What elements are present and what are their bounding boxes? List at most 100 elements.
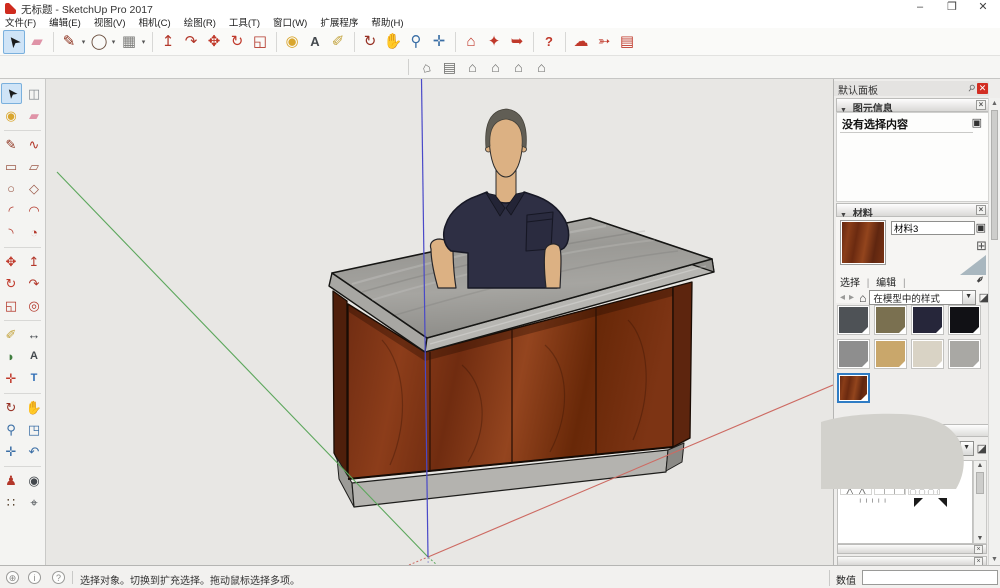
- tab-select[interactable]: 选择: [840, 278, 860, 289]
- iso-view-button[interactable]: ⌂: [415, 57, 438, 77]
- line-tool-dropdown-caret[interactable]: ▾: [80, 38, 87, 46]
- pin-icon[interactable]: ⚲: [966, 82, 978, 95]
- add-location-icon[interactable]: ➳: [593, 30, 615, 54]
- left-tool-arc-2pt[interactable]: ◜: [1, 200, 22, 221]
- push-pull-tool[interactable]: ↥: [157, 30, 179, 54]
- panel-close-icon[interactable]: ×: [974, 545, 983, 554]
- left-tool-line[interactable]: ✎: [1, 134, 22, 155]
- left-tool-axes[interactable]: ✛: [1, 368, 22, 389]
- left-tool-zoom[interactable]: ⚲: [1, 419, 22, 440]
- material-swatch-gray[interactable]: [837, 339, 870, 369]
- scroll-up-icon[interactable]: ▲: [974, 462, 986, 469]
- scroll-thumb[interactable]: [976, 472, 984, 494]
- home-icon[interactable]: ⌂: [859, 291, 866, 305]
- back-arrow-icon[interactable]: ◂: [840, 292, 845, 303]
- left-tool-3d-text[interactable]: T: [24, 368, 45, 389]
- material-swatch-tan[interactable]: [874, 339, 907, 369]
- help-pin-icon[interactable]: ?: [538, 30, 560, 54]
- left-tool-dimension[interactable]: ↔: [24, 324, 45, 345]
- material-swatch-wood-material3[interactable]: [837, 373, 870, 403]
- left-tool-freehand[interactable]: ∿: [24, 134, 45, 155]
- scroll-down-icon[interactable]: ▼: [974, 535, 986, 542]
- material-preview[interactable]: [840, 220, 886, 265]
- tab-edit[interactable]: 编辑: [876, 278, 896, 289]
- eraser-tool[interactable]: ▰: [26, 30, 48, 54]
- select-tool[interactable]: ➤: [3, 30, 25, 54]
- material-swatch-black[interactable]: [948, 305, 981, 335]
- left-tool-circle[interactable]: ○: [1, 178, 22, 199]
- collection-dropdown[interactable]: 在模型中的样式 ▼: [869, 290, 975, 305]
- left-tool-offset[interactable]: ◎: [24, 295, 45, 316]
- left-tool-position-camera[interactable]: ♟: [1, 470, 22, 491]
- left-tool-orbit[interactable]: ↻: [1, 397, 22, 418]
- trimble-connect-icon[interactable]: ☁: [570, 30, 592, 54]
- left-tool-rotated-rectangle[interactable]: ▱: [24, 156, 45, 177]
- forward-arrow-icon[interactable]: ▸: [847, 443, 852, 454]
- material-swatch-olive[interactable]: [874, 305, 907, 335]
- left-tool-walk[interactable]: ∷: [1, 492, 22, 513]
- left-tool-move[interactable]: ✥: [1, 251, 22, 272]
- follow-me-tool[interactable]: ↷: [180, 30, 202, 54]
- material-swatch-beige-stone[interactable]: [911, 339, 944, 369]
- scroll-down-icon[interactable]: ▼: [989, 556, 1000, 563]
- left-tool-polygon[interactable]: ◇: [24, 178, 45, 199]
- shapes-tool[interactable]: ◯: [88, 30, 110, 54]
- forward-arrow-icon[interactable]: ▸: [849, 292, 854, 303]
- back-arrow-icon[interactable]: ◂: [838, 443, 843, 454]
- model-viewport[interactable]: [46, 79, 833, 565]
- left-tool-pan[interactable]: ✋: [24, 397, 45, 418]
- generate-report-icon[interactable]: ▤: [616, 30, 638, 54]
- left-tool-paint-bucket[interactable]: ◉: [1, 105, 22, 126]
- orbit-tool[interactable]: ↻: [359, 30, 381, 54]
- pan-tool[interactable]: ✋: [382, 30, 404, 54]
- menu-item-0[interactable]: 文件(F): [5, 15, 36, 29]
- line-tool[interactable]: ✎: [58, 30, 80, 54]
- left-tool-section-plane[interactable]: ⌖: [24, 492, 45, 513]
- paint-bucket-tool[interactable]: ◉: [281, 30, 303, 54]
- left-tool-text[interactable]: A: [24, 346, 45, 367]
- materials-close-icon[interactable]: ×: [976, 205, 986, 215]
- material-swatch-dark-slate[interactable]: [837, 305, 870, 335]
- left-tool-arc[interactable]: ◠: [24, 200, 45, 221]
- move-tool[interactable]: ✥: [203, 30, 225, 54]
- geolocation-icon[interactable]: ⊕: [6, 571, 19, 584]
- scroll-thumb[interactable]: [991, 110, 998, 240]
- left-view-button[interactable]: ⌂: [530, 57, 553, 77]
- right-view-button[interactable]: ⌂: [484, 57, 507, 77]
- left-tool-scale[interactable]: ◱: [1, 295, 22, 316]
- menu-item-2[interactable]: 视图(V): [94, 15, 126, 29]
- styles-select-header[interactable]: 选择: [836, 424, 989, 437]
- menu-item-4[interactable]: 绘图(R): [184, 15, 216, 29]
- secondary-pane-icon[interactable]: ▣: [976, 221, 986, 234]
- left-tool-follow-me[interactable]: ↷: [24, 273, 45, 294]
- maximize-button[interactable]: ❐: [937, 0, 967, 15]
- tray-close-icon[interactable]: ✕: [977, 83, 988, 94]
- dimension-text-tool[interactable]: A: [304, 30, 326, 54]
- left-tool-eraser[interactable]: ▰: [24, 105, 45, 126]
- left-tool-make-component[interactable]: ◫: [24, 83, 45, 104]
- left-tool-rectangle[interactable]: ▭: [1, 156, 22, 177]
- 3d-warehouse-icon[interactable]: ⌂: [460, 30, 482, 54]
- pattern-thumb-stone-wall[interactable]: [874, 463, 906, 495]
- left-tool-zoom-extents[interactable]: ✛: [1, 441, 22, 462]
- rotate-tool[interactable]: ↻: [226, 30, 248, 54]
- create-material-icon[interactable]: ⊞: [976, 238, 987, 254]
- material-swatch-dark-navy[interactable]: [911, 305, 944, 335]
- zoom-tool[interactable]: ⚲: [405, 30, 427, 54]
- menu-item-6[interactable]: 窗口(W): [273, 15, 307, 29]
- tray-title-bar[interactable]: 默认面板 ⚲ ✕: [834, 81, 989, 96]
- patterns-dropdown[interactable]: 图案 ▼: [867, 441, 973, 456]
- menu-item-5[interactable]: 工具(T): [229, 15, 260, 29]
- home-icon[interactable]: ⌂: [857, 442, 864, 456]
- zoom-extents-tool[interactable]: ✛: [428, 30, 450, 54]
- dropdown-arrow-icon[interactable]: ▼: [962, 291, 975, 304]
- menu-item-1[interactable]: 编辑(E): [49, 15, 81, 29]
- tray-scrollbar[interactable]: ▲ ▼: [988, 98, 1000, 565]
- back-view-button[interactable]: ⌂: [507, 57, 530, 77]
- minimize-button[interactable]: –: [905, 0, 935, 15]
- tape-measure-tool[interactable]: ✐: [327, 30, 349, 54]
- entity-info-close-icon[interactable]: ×: [976, 100, 986, 110]
- measurement-input[interactable]: [862, 570, 998, 585]
- left-tool-previous-view[interactable]: ↶: [24, 441, 45, 462]
- rectangle-tool-dropdown-caret[interactable]: ▾: [140, 38, 147, 46]
